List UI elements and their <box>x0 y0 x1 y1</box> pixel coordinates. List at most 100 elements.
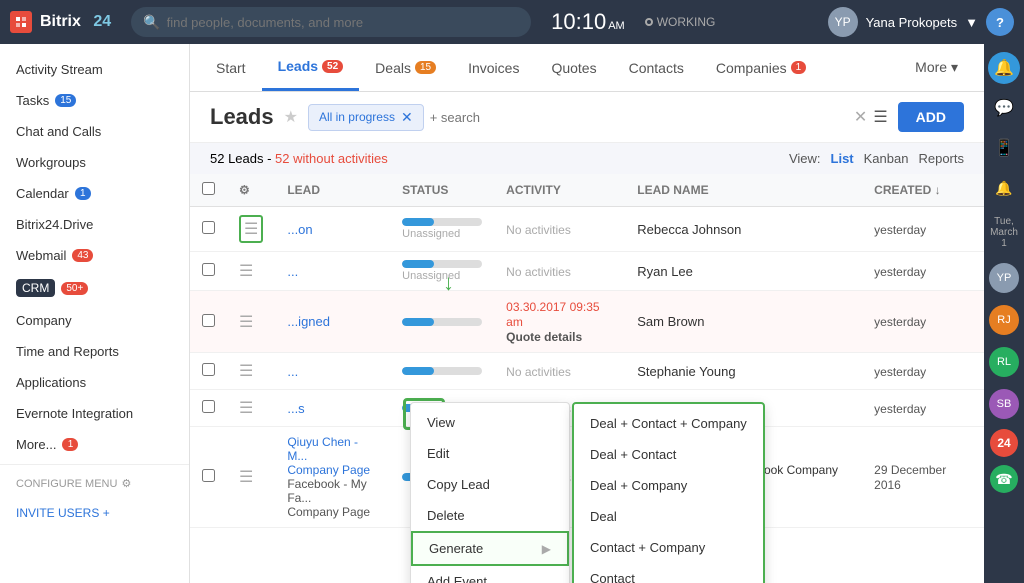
sidebar-item-label: Chat and Calls <box>16 124 101 139</box>
sidebar-item-calendar[interactable]: Calendar 1 <box>0 178 189 209</box>
user-avatar-1[interactable]: YP <box>989 263 1019 293</box>
bitrix24-icon[interactable]: 24 <box>990 429 1018 457</box>
tab-quotes[interactable]: Quotes <box>535 44 612 91</box>
view-reports-button[interactable]: Reports <box>918 151 964 166</box>
user-avatar-3[interactable]: RL <box>989 347 1019 377</box>
submenu-deal-company[interactable]: Deal + Company <box>574 470 763 501</box>
sidebar-item-applications[interactable]: Applications <box>0 367 189 398</box>
lead-link[interactable]: ...s <box>287 401 304 416</box>
col-created[interactable]: CREATED ↓ <box>862 174 984 207</box>
row-checkbox[interactable] <box>202 263 215 276</box>
gear-col-icon[interactable]: ⚙ <box>239 183 250 197</box>
list-view-icon[interactable]: ☰ <box>873 107 887 127</box>
add-lead-button[interactable]: ADD <box>898 102 964 132</box>
right-sidebar: 🔔 💬 📱 🔔 Tue,March 1 YP RJ RL SB 24 ☎ <box>984 44 1024 583</box>
global-search-input[interactable] <box>167 15 520 30</box>
sidebar-item-tasks[interactable]: Tasks 15 <box>0 85 189 116</box>
row-menu-icon[interactable]: ☰ <box>239 361 263 381</box>
activity-button[interactable]: 🔔 <box>988 172 1020 204</box>
row-menu-icon[interactable]: ☰ <box>239 312 263 332</box>
lead-link[interactable]: ...on <box>287 222 312 237</box>
without-activities-link[interactable]: 52 without activities <box>275 151 388 166</box>
sidebar-item-label: Company <box>16 313 72 328</box>
sidebar-item-activity-stream[interactable]: Activity Stream <box>0 54 189 85</box>
row-menu-icon[interactable]: ☰ <box>239 398 263 418</box>
view-kanban-button[interactable]: Kanban <box>864 151 909 166</box>
submenu-deal-contact[interactable]: Deal + Contact <box>574 439 763 470</box>
submenu-contact-company[interactable]: Contact + Company <box>574 532 763 563</box>
user-avatar-2[interactable]: RJ <box>989 305 1019 335</box>
leads-search-input[interactable] <box>430 110 630 125</box>
context-menu-generate[interactable]: Generate ▶ <box>411 531 569 566</box>
invite-users-button[interactable]: INVITE USERS + <box>0 498 189 528</box>
context-menu-wrapper: View Edit Copy Lead Delete Generate ▶ <box>410 402 765 583</box>
select-all-checkbox[interactable] <box>202 182 215 195</box>
tab-start[interactable]: Start <box>200 44 262 91</box>
sidebar-item-drive[interactable]: Bitrix24.Drive <box>0 209 189 240</box>
filter-tag-close-icon[interactable]: ✕ <box>401 109 413 126</box>
tab-invoices[interactable]: Invoices <box>452 44 535 91</box>
context-menu-add-event[interactable]: Add Event <box>411 566 569 583</box>
lead-link[interactable]: ...igned <box>287 314 330 329</box>
row-menu-icon[interactable]: ☰ <box>239 261 263 281</box>
sidebar-item-label: Applications <box>16 375 86 390</box>
sidebar-item-label: Webmail <box>16 248 66 263</box>
activity-link[interactable]: 03.30.2017 09:35 am <box>506 300 599 329</box>
tab-companies[interactable]: Companies 1 <box>700 44 822 91</box>
working-status[interactable]: WORKING <box>645 15 716 29</box>
row-checkbox[interactable] <box>202 400 215 413</box>
lead-link[interactable]: ... <box>287 264 298 279</box>
lead-name-cell: Stephanie Young <box>637 364 735 379</box>
lead-link[interactable]: ... <box>287 364 298 379</box>
favorite-star-icon[interactable]: ★ <box>284 107 298 127</box>
row-checkbox[interactable] <box>202 469 215 482</box>
user-dropdown-icon[interactable]: ▼ <box>965 15 978 30</box>
view-list-button[interactable]: List <box>831 151 854 166</box>
page-title: Leads <box>210 104 274 130</box>
help-button[interactable]: ? <box>986 8 1014 36</box>
row-menu-icon[interactable]: ☰ <box>239 215 263 243</box>
notifications-button[interactable]: 🔔 <box>988 52 1020 84</box>
tab-contacts[interactable]: Contacts <box>613 44 700 91</box>
row-checkbox[interactable] <box>202 363 215 376</box>
logo-text: Bitrix <box>40 13 81 31</box>
tab-start-label: Start <box>216 60 246 76</box>
row-menu-icon[interactable]: ☰ <box>239 467 263 487</box>
row-checkbox[interactable] <box>202 314 215 327</box>
context-menu-copy-lead[interactable]: Copy Lead <box>411 469 569 500</box>
leads-tab-badge: 52 <box>322 60 343 73</box>
tab-leads[interactable]: Leads 52 <box>262 44 360 91</box>
sidebar-item-workgroups[interactable]: Workgroups <box>0 147 189 178</box>
submenu-deal-contact-company[interactable]: Deal + Contact + Company <box>574 408 763 439</box>
global-search-bar[interactable]: 🔍 <box>131 7 531 37</box>
submenu-contact[interactable]: Contact <box>574 563 763 583</box>
sidebar-item-webmail[interactable]: Webmail 43 <box>0 240 189 271</box>
context-menu-edit[interactable]: Edit <box>411 438 569 469</box>
configure-menu-button[interactable]: CONFIGURE MENU ⚙ <box>0 469 189 498</box>
sidebar-item-chat-calls[interactable]: Chat and Calls <box>0 116 189 147</box>
crm-label: CRM <box>16 279 55 297</box>
user-avatar-4[interactable]: SB <box>989 389 1019 419</box>
sidebar-item-time-reports[interactable]: Time and Reports <box>0 336 189 367</box>
calls-button[interactable]: 📱 <box>988 132 1020 164</box>
chat-button[interactable]: 💬 <box>988 92 1020 124</box>
sidebar-item-evernote[interactable]: Evernote Integration <box>0 398 189 429</box>
sidebar-item-crm[interactable]: CRM 50+ <box>0 271 189 305</box>
filter-bar: All in progress ✕ <box>308 104 844 131</box>
sidebar-item-company[interactable]: Company <box>0 305 189 336</box>
row-checkbox[interactable] <box>202 221 215 234</box>
clear-search-icon[interactable]: ✕ <box>854 107 867 127</box>
clock-time: 10:10 <box>551 9 606 35</box>
submenu-deal[interactable]: Deal <box>574 501 763 532</box>
phone-call-button[interactable]: ☎ <box>990 465 1018 493</box>
filter-tag[interactable]: All in progress ✕ <box>308 104 424 131</box>
tab-more[interactable]: More ▾ <box>899 44 974 91</box>
context-menu-view[interactable]: View <box>411 407 569 438</box>
sidebar-item-label: Bitrix24.Drive <box>16 217 93 232</box>
sidebar-item-more[interactable]: More... 1 <box>0 429 189 460</box>
tab-deals[interactable]: Deals 15 <box>359 44 452 91</box>
user-info[interactable]: YP Yana Prokopets ▼ <box>828 7 978 37</box>
lead-link[interactable]: Qiuyu Chen - M...Company PageFacebook - … <box>275 427 390 528</box>
context-menu-delete[interactable]: Delete <box>411 500 569 531</box>
tab-deals-label: Deals <box>375 60 411 76</box>
